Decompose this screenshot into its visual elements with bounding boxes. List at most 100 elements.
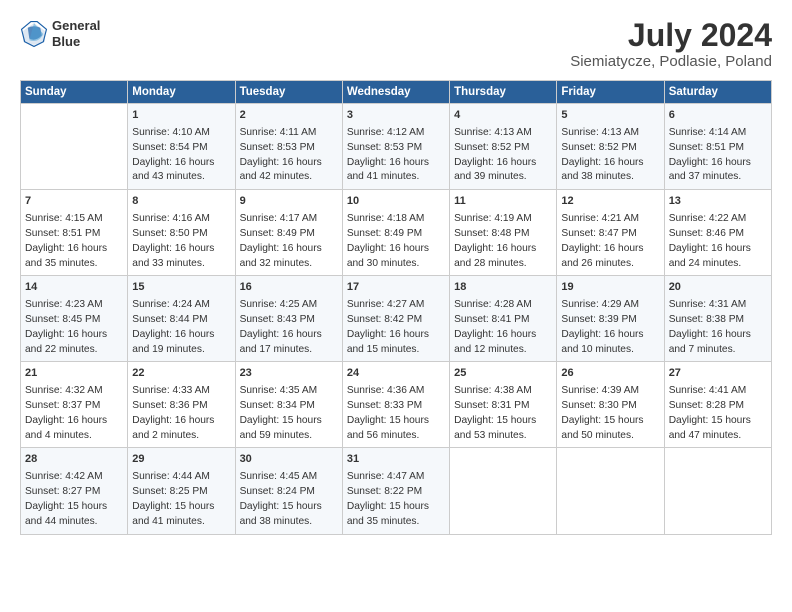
cell-w2-d3: 17Sunrise: 4:27 AMSunset: 8:42 PMDayligh… [342, 276, 449, 362]
cell-w4-d5 [557, 448, 664, 534]
day-number: 2 [240, 108, 338, 124]
cell-line-2: Daylight: 15 hours [454, 415, 536, 426]
cell-w4-d4 [450, 448, 557, 534]
cell-line-2: Daylight: 16 hours [240, 243, 322, 254]
cell-line-2: Daylight: 16 hours [132, 157, 214, 168]
cell-line-2: Daylight: 16 hours [561, 243, 643, 254]
cell-line-0: Sunrise: 4:41 AM [669, 385, 747, 396]
cell-line-3: and 50 minutes. [561, 430, 634, 441]
cell-line-0: Sunrise: 4:12 AM [347, 127, 425, 138]
cell-line-3: and 2 minutes. [132, 430, 199, 441]
day-number: 8 [132, 194, 230, 210]
cell-w0-d4: 4Sunrise: 4:13 AMSunset: 8:52 PMDaylight… [450, 104, 557, 190]
cell-line-3: and 53 minutes. [454, 430, 527, 441]
cell-line-2: Daylight: 16 hours [132, 329, 214, 340]
cell-w3-d5: 26Sunrise: 4:39 AMSunset: 8:30 PMDayligh… [557, 362, 664, 448]
cell-line-1: Sunset: 8:45 PM [25, 314, 100, 325]
title-block: July 2024 Siemiatycze, Podlasie, Poland [570, 18, 772, 70]
cell-w4-d1: 29Sunrise: 4:44 AMSunset: 8:25 PMDayligh… [128, 448, 235, 534]
cell-line-2: Daylight: 16 hours [561, 329, 643, 340]
cell-line-3: and 33 minutes. [132, 258, 205, 269]
day-number: 24 [347, 366, 445, 382]
cell-w4-d6 [664, 448, 771, 534]
col-thursday: Thursday [450, 81, 557, 104]
cell-line-1: Sunset: 8:52 PM [454, 142, 529, 153]
cell-line-0: Sunrise: 4:36 AM [347, 385, 425, 396]
cell-line-1: Sunset: 8:51 PM [669, 142, 744, 153]
cell-line-0: Sunrise: 4:23 AM [25, 299, 103, 310]
cell-line-0: Sunrise: 4:28 AM [454, 299, 532, 310]
day-number: 19 [561, 280, 659, 296]
cell-w2-d5: 19Sunrise: 4:29 AMSunset: 8:39 PMDayligh… [557, 276, 664, 362]
day-number: 3 [347, 108, 445, 124]
cell-line-3: and 28 minutes. [454, 258, 527, 269]
cell-line-2: Daylight: 15 hours [561, 415, 643, 426]
cell-line-2: Daylight: 15 hours [669, 415, 751, 426]
day-number: 18 [454, 280, 552, 296]
cell-line-0: Sunrise: 4:10 AM [132, 127, 210, 138]
cell-line-1: Sunset: 8:25 PM [132, 486, 207, 497]
cell-line-1: Sunset: 8:24 PM [240, 486, 315, 497]
cell-line-0: Sunrise: 4:29 AM [561, 299, 639, 310]
cell-line-2: Daylight: 16 hours [25, 329, 107, 340]
cell-line-3: and 7 minutes. [669, 344, 736, 355]
cell-line-1: Sunset: 8:48 PM [454, 228, 529, 239]
day-number: 5 [561, 108, 659, 124]
cell-line-3: and 47 minutes. [669, 430, 742, 441]
cell-line-1: Sunset: 8:46 PM [669, 228, 744, 239]
cell-line-2: Daylight: 16 hours [347, 243, 429, 254]
week-row-4: 21Sunrise: 4:32 AMSunset: 8:37 PMDayligh… [21, 362, 772, 448]
cell-line-1: Sunset: 8:33 PM [347, 400, 422, 411]
cell-line-2: Daylight: 16 hours [669, 243, 751, 254]
day-number: 12 [561, 194, 659, 210]
cell-line-0: Sunrise: 4:17 AM [240, 213, 318, 224]
cell-line-0: Sunrise: 4:16 AM [132, 213, 210, 224]
logo-line1: General [52, 18, 100, 34]
cell-w1-d1: 8Sunrise: 4:16 AMSunset: 8:50 PMDaylight… [128, 190, 235, 276]
day-number: 31 [347, 452, 445, 468]
cell-line-0: Sunrise: 4:45 AM [240, 471, 318, 482]
cell-w3-d0: 21Sunrise: 4:32 AMSunset: 8:37 PMDayligh… [21, 362, 128, 448]
cell-line-3: and 38 minutes. [561, 171, 634, 182]
cell-line-1: Sunset: 8:41 PM [454, 314, 529, 325]
day-number: 23 [240, 366, 338, 382]
cell-line-2: Daylight: 15 hours [25, 501, 107, 512]
day-number: 4 [454, 108, 552, 124]
cell-line-0: Sunrise: 4:47 AM [347, 471, 425, 482]
cell-line-3: and 41 minutes. [132, 516, 205, 527]
cell-line-3: and 10 minutes. [561, 344, 634, 355]
cell-w4-d2: 30Sunrise: 4:45 AMSunset: 8:24 PMDayligh… [235, 448, 342, 534]
cell-line-1: Sunset: 8:42 PM [347, 314, 422, 325]
cell-line-3: and 39 minutes. [454, 171, 527, 182]
cell-w4-d0: 28Sunrise: 4:42 AMSunset: 8:27 PMDayligh… [21, 448, 128, 534]
cell-line-0: Sunrise: 4:15 AM [25, 213, 103, 224]
cell-line-0: Sunrise: 4:25 AM [240, 299, 318, 310]
cell-line-3: and 32 minutes. [240, 258, 313, 269]
day-number: 17 [347, 280, 445, 296]
col-saturday: Saturday [664, 81, 771, 104]
day-number: 1 [132, 108, 230, 124]
cell-w3-d2: 23Sunrise: 4:35 AMSunset: 8:34 PMDayligh… [235, 362, 342, 448]
day-number: 16 [240, 280, 338, 296]
cell-line-1: Sunset: 8:49 PM [347, 228, 422, 239]
cell-line-1: Sunset: 8:44 PM [132, 314, 207, 325]
cell-w3-d3: 24Sunrise: 4:36 AMSunset: 8:33 PMDayligh… [342, 362, 449, 448]
cell-w2-d6: 20Sunrise: 4:31 AMSunset: 8:38 PMDayligh… [664, 276, 771, 362]
day-number: 29 [132, 452, 230, 468]
cell-line-2: Daylight: 15 hours [240, 415, 322, 426]
cell-w3-d1: 22Sunrise: 4:33 AMSunset: 8:36 PMDayligh… [128, 362, 235, 448]
cell-line-3: and 37 minutes. [669, 171, 742, 182]
cell-w2-d4: 18Sunrise: 4:28 AMSunset: 8:41 PMDayligh… [450, 276, 557, 362]
cell-w2-d0: 14Sunrise: 4:23 AMSunset: 8:45 PMDayligh… [21, 276, 128, 362]
day-number: 11 [454, 194, 552, 210]
cell-w2-d1: 15Sunrise: 4:24 AMSunset: 8:44 PMDayligh… [128, 276, 235, 362]
cell-line-1: Sunset: 8:22 PM [347, 486, 422, 497]
cell-line-3: and 12 minutes. [454, 344, 527, 355]
cell-line-1: Sunset: 8:51 PM [25, 228, 100, 239]
cell-w0-d1: 1Sunrise: 4:10 AMSunset: 8:54 PMDaylight… [128, 104, 235, 190]
cell-line-2: Daylight: 16 hours [240, 329, 322, 340]
cell-line-0: Sunrise: 4:11 AM [240, 127, 317, 138]
day-number: 10 [347, 194, 445, 210]
cell-line-0: Sunrise: 4:24 AM [132, 299, 210, 310]
week-row-5: 28Sunrise: 4:42 AMSunset: 8:27 PMDayligh… [21, 448, 772, 534]
